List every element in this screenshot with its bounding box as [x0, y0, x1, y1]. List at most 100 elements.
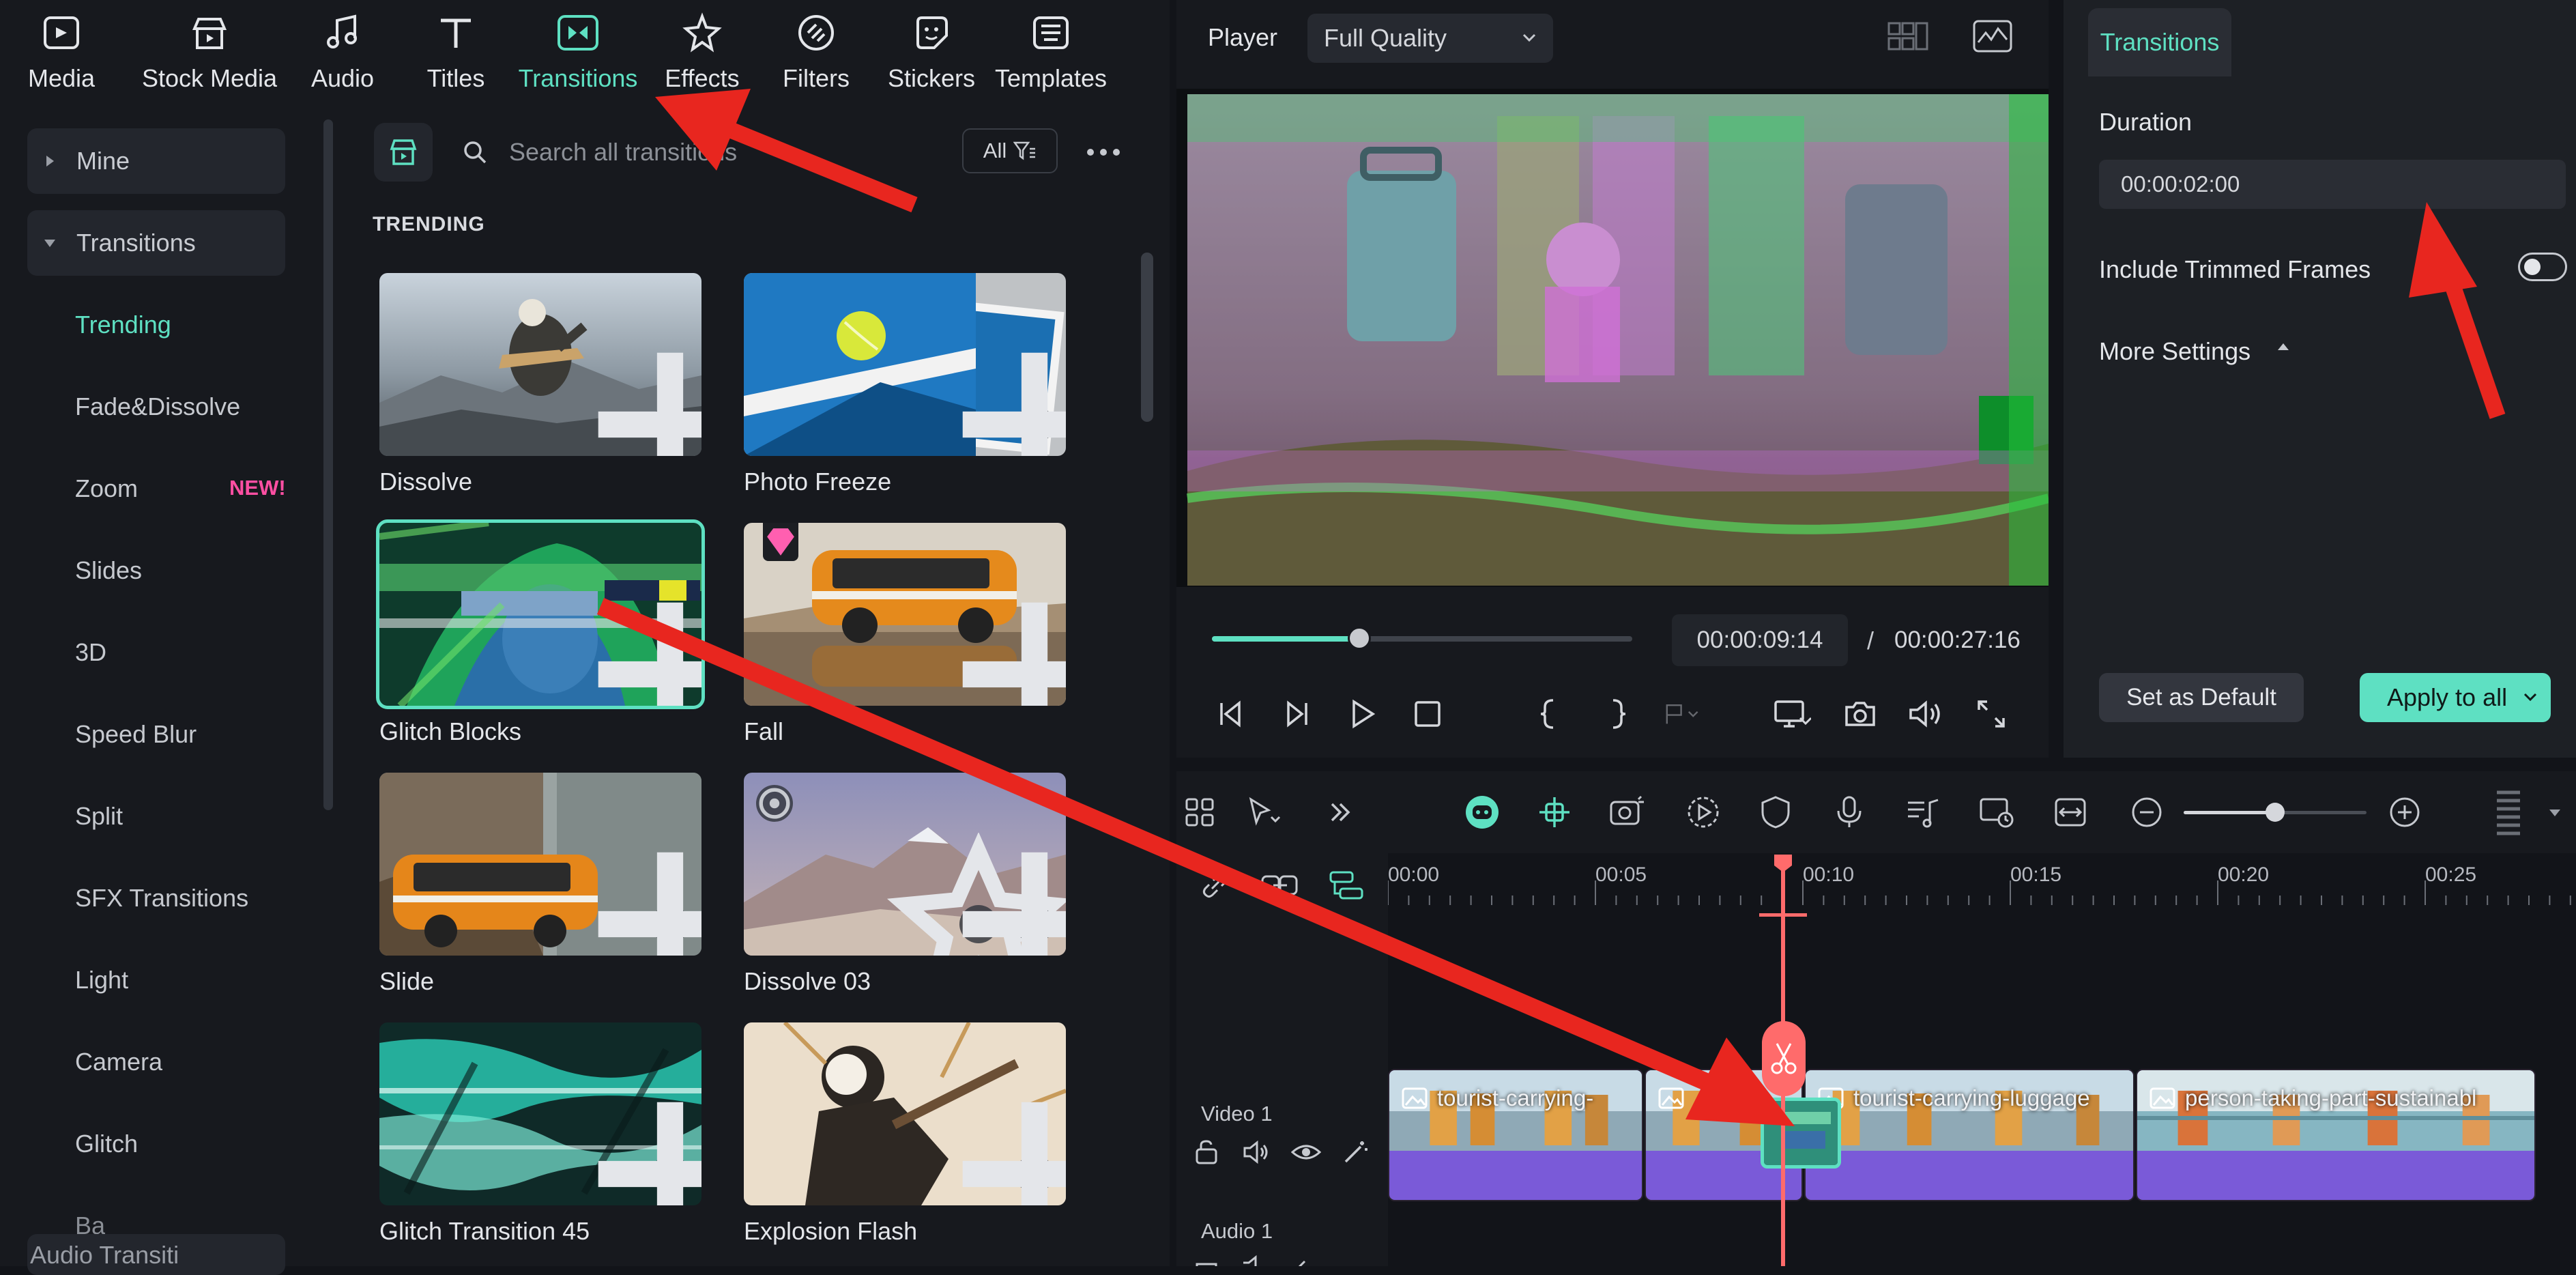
add-button[interactable]: [598, 852, 701, 956]
timeline-transition-block[interactable]: [1761, 1098, 1841, 1169]
lock-track-icon[interactable]: [1193, 1138, 1220, 1166]
stop-icon[interactable]: [1408, 695, 1447, 733]
zoom-slider-knob[interactable]: [2266, 803, 2285, 822]
quality-dropdown[interactable]: Full Quality: [1307, 14, 1553, 63]
sidebar-item-fade-dissolve[interactable]: Fade&Dissolve: [75, 392, 240, 421]
ai-camera-icon[interactable]: [1606, 792, 1647, 833]
audio-track-controls: [1193, 1253, 1370, 1266]
tab-stickers[interactable]: Stickers: [887, 0, 976, 115]
playback-progress-knob[interactable]: [1347, 627, 1371, 650]
tab-label: Audio: [310, 64, 375, 92]
next-frame-icon[interactable]: [1277, 695, 1316, 733]
caret-down-icon[interactable]: [2548, 808, 2562, 818]
snap-magnet-icon[interactable]: [1534, 792, 1575, 833]
sidebar-section-mine[interactable]: Mine: [27, 128, 285, 194]
expand-more-icon[interactable]: [1320, 792, 1361, 833]
layout-grid-icon[interactable]: [1179, 792, 1220, 833]
split-scissors-button[interactable]: [1762, 1021, 1806, 1096]
select-arrow-icon[interactable]: [1243, 792, 1284, 833]
current-time[interactable]: 00:00:09:14: [1672, 614, 1848, 666]
thumbnail: [744, 1022, 1066, 1205]
sidebar-item-sfx-transitions[interactable]: SFX Transitions: [75, 884, 248, 913]
set-as-default-button[interactable]: Set as Default: [2099, 673, 2304, 722]
sidebar-item-slides[interactable]: Slides: [75, 556, 142, 585]
sidebar-item-3d[interactable]: 3D: [75, 638, 106, 667]
zoom-in-icon[interactable]: [2384, 792, 2425, 833]
audio-list-icon[interactable]: [1902, 792, 1943, 833]
filter-all-button[interactable]: All: [962, 128, 1058, 173]
magic-wand-icon[interactable]: [1342, 1138, 1370, 1166]
sidebar-scrollbar[interactable]: [323, 119, 333, 810]
prev-frame-icon[interactable]: [1212, 695, 1250, 733]
video-clip[interactable]: tourist-carrying-: [1388, 1069, 1643, 1201]
timeline-ruler[interactable]: [1388, 853, 2576, 921]
track-label-audio-1: Audio 1: [1201, 1219, 1273, 1243]
speed-ramp-icon[interactable]: [1683, 792, 1724, 833]
sidebar-section-transitions[interactable]: Transitions: [27, 210, 285, 276]
clip-name: t: [1748, 1085, 1755, 1111]
add-button[interactable]: [962, 602, 1066, 706]
grid-view-icon[interactable]: [1887, 20, 1928, 53]
tab-effects[interactable]: Effects: [665, 0, 740, 115]
search-input[interactable]: [508, 137, 920, 167]
visibility-eye-icon[interactable]: [1291, 1138, 1321, 1166]
store-button[interactable]: [374, 123, 433, 182]
library-scrollbar[interactable]: [1141, 253, 1153, 422]
marker-dropdown-icon[interactable]: [1664, 695, 1702, 733]
tab-media[interactable]: Media: [28, 0, 95, 115]
duration-label: Duration: [2099, 108, 2193, 136]
video-clip[interactable]: person-taking-part-sustainabl: [2136, 1069, 2536, 1201]
tab-templates[interactable]: Templates: [995, 0, 1107, 115]
add-button[interactable]: [962, 352, 1066, 456]
tab-titles[interactable]: Titles: [422, 0, 490, 115]
zoom-out-icon[interactable]: [2126, 792, 2167, 833]
fit-width-icon[interactable]: [2050, 792, 2091, 833]
add-button[interactable]: [598, 352, 701, 456]
add-button[interactable]: [598, 602, 701, 706]
include-trimmed-toggle[interactable]: [2518, 253, 2567, 281]
more-options-button[interactable]: [1080, 130, 1127, 175]
snapshot-camera-icon[interactable]: [1841, 695, 1879, 733]
link-icon[interactable]: [1198, 868, 1232, 902]
mute-track-icon[interactable]: [1242, 1138, 1271, 1166]
waveform-monitor-icon[interactable]: [1972, 19, 2013, 53]
video-clip[interactable]: tourist-carrying-luggage: [1804, 1069, 2134, 1201]
sidebar-item-camera[interactable]: Camera: [75, 1048, 162, 1076]
sidebar-item-glitch[interactable]: Glitch: [75, 1130, 138, 1158]
tab-audio[interactable]: Audio: [308, 0, 377, 115]
track-layout-icon[interactable]: [2489, 790, 2530, 835]
add-button[interactable]: [962, 1102, 1066, 1205]
track-manager-icon[interactable]: [1328, 868, 1366, 902]
link-clips-icon[interactable]: [1260, 871, 1301, 901]
mark-in-icon[interactable]: [1530, 695, 1568, 733]
video-preview[interactable]: [1176, 89, 2049, 587]
ruler-label: 00:10: [1803, 863, 1855, 886]
microphone-icon[interactable]: [1829, 792, 1870, 833]
duration-field[interactable]: [2099, 160, 2566, 209]
sidebar-item-zoom[interactable]: Zoom: [75, 474, 138, 503]
sidebar-item-trending[interactable]: Trending: [75, 311, 171, 339]
tab-stock-media[interactable]: Stock Media: [138, 0, 281, 115]
tab-transitions[interactable]: Transitions: [519, 0, 637, 115]
tab-transitions-properties[interactable]: Transitions: [2088, 8, 2231, 76]
play-icon[interactable]: [1343, 695, 1381, 733]
caret-up-icon[interactable]: [2276, 341, 2290, 352]
sidebar-item-speed-blur[interactable]: Speed Blur: [75, 720, 197, 749]
render-preview-icon[interactable]: [1976, 792, 2017, 833]
playhead-handle[interactable]: [1773, 853, 1793, 874]
volume-icon[interactable]: [1907, 695, 1945, 733]
more-settings-label[interactable]: More Settings: [2099, 337, 2251, 366]
sidebar-item-light[interactable]: Light: [75, 966, 128, 994]
add-button[interactable]: [962, 852, 1066, 956]
add-button[interactable]: [598, 1102, 701, 1205]
clip-title: t: [1658, 1085, 1754, 1111]
sidebar-item-split[interactable]: Split: [75, 802, 123, 831]
shield-icon[interactable]: [1755, 792, 1796, 833]
mark-out-icon[interactable]: [1598, 695, 1636, 733]
ai-assistant-icon[interactable]: [1462, 792, 1503, 833]
apply-to-all-button[interactable]: Apply to all: [2360, 673, 2551, 722]
sidebar-section-audio-transitions[interactable]: Audio Transiti: [27, 1234, 285, 1275]
display-settings-icon[interactable]: [1773, 695, 1811, 733]
fullscreen-icon[interactable]: [1972, 695, 2010, 733]
tab-filters[interactable]: Filters: [782, 0, 850, 115]
